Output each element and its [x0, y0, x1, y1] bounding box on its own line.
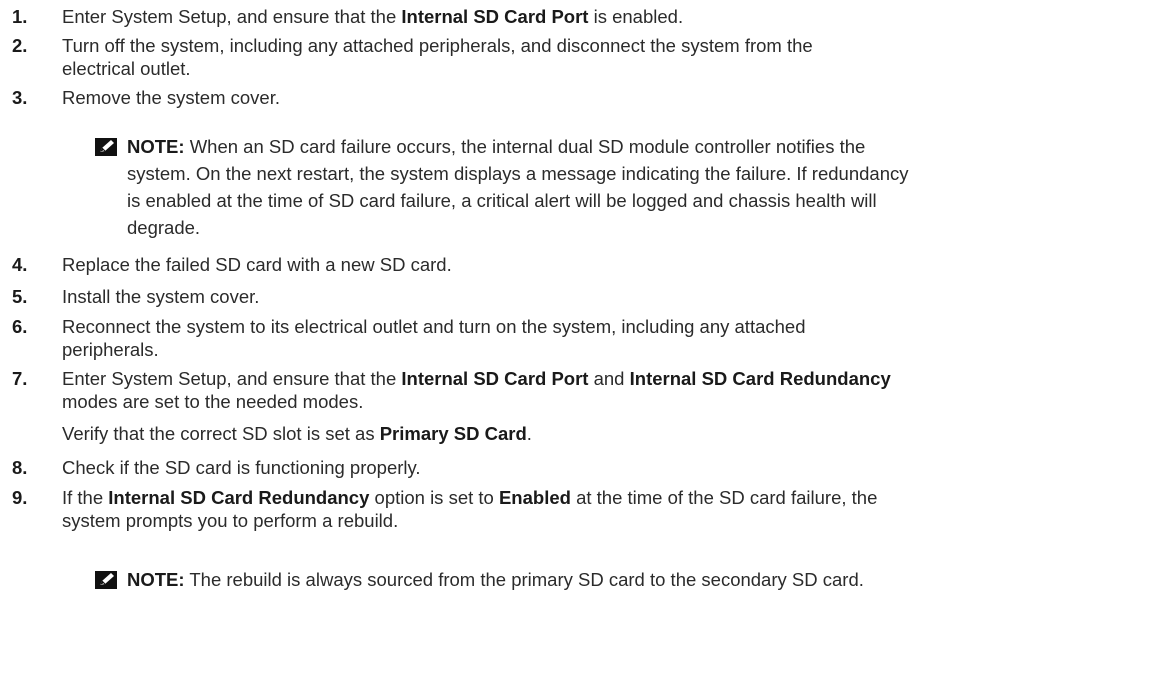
setting-name: Primary SD Card [379, 423, 527, 444]
setting-value: Enabled [498, 487, 571, 508]
step-text-line: Reconnect the system to its electrical o… [62, 316, 806, 337]
step-text: Replace the failed SD card with a new SD… [62, 254, 452, 275]
step-number: 6. [12, 316, 28, 337]
step-number: 4. [12, 254, 28, 275]
step-number: 5. [12, 286, 28, 307]
step-text: option is set to [369, 487, 499, 508]
setting-name: Internal SD Card Port [401, 6, 589, 27]
note-label: NOTE: [127, 569, 185, 590]
step-text-line: modes are set to the needed modes. [62, 391, 364, 412]
note-label: NOTE: [127, 136, 185, 157]
note-text-line: When an SD card failure occurs, the inte… [184, 136, 866, 157]
step-number: 2. [12, 35, 28, 56]
step-7-verify-text: Verify that the correct SD slot is set a… [62, 422, 1152, 445]
step-text-line: peripherals. [62, 339, 159, 360]
step-number: 8. [12, 457, 28, 478]
step-text-line: electrical outlet. [62, 58, 191, 79]
step-text-line: Turn off the system, including any attac… [62, 35, 813, 56]
setting-name: Internal SD Card Redundancy [108, 487, 370, 508]
step-text: Verify that the correct SD slot is set a… [62, 423, 380, 444]
step-text: Remove the system cover. [62, 87, 280, 108]
procedure-document: 1. Enter System Setup, and ensure that t… [0, 0, 1164, 674]
pencil-note-icon [95, 138, 117, 156]
step-text: Check if the SD card is functioning prop… [62, 457, 421, 478]
setting-name: Internal SD Card Port [401, 368, 589, 389]
note-text: The rebuild is always sourced from the p… [184, 569, 864, 590]
step-number: 3. [12, 87, 28, 108]
step-text: at the time of the SD card failure, the [570, 487, 878, 508]
step-text: and [588, 368, 630, 389]
note-text-line: system. On the next restart, the system … [127, 163, 909, 184]
pencil-note-icon [95, 571, 117, 589]
step-text: If the [62, 487, 109, 508]
step-text: Install the system cover. [62, 286, 260, 307]
step-text: . [526, 423, 532, 444]
step-number: 7. [12, 368, 28, 389]
step-number: 9. [12, 487, 28, 508]
step-text-line: system prompts you to perform a rebuild. [62, 510, 399, 531]
note-text-line: is enabled at the time of SD card failur… [127, 190, 877, 211]
setting-name: Internal SD Card Redundancy [629, 368, 891, 389]
step-text: is enabled. [588, 6, 684, 27]
step-number: 1. [12, 6, 28, 27]
note-text-line: degrade. [127, 217, 201, 238]
step-text: Enter System Setup, and ensure that the [62, 368, 402, 389]
step-text: Enter System Setup, and ensure that the [62, 6, 402, 27]
